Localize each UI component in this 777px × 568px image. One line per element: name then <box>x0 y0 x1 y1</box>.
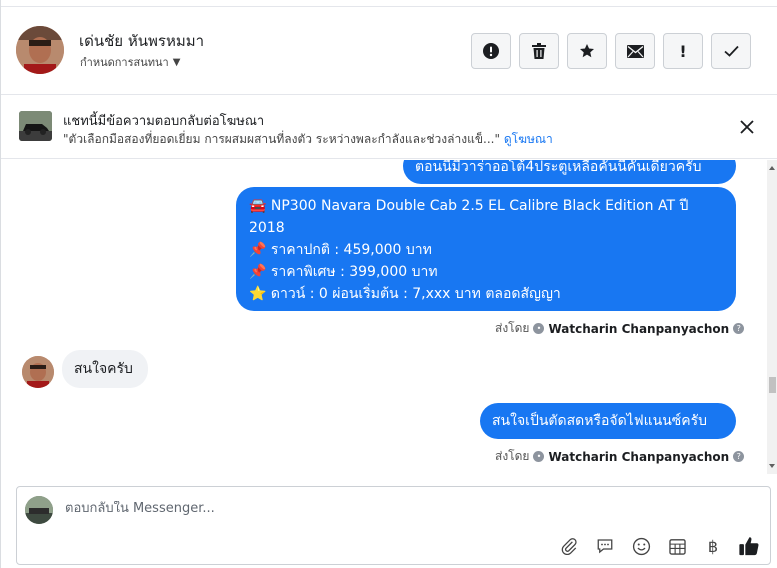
trash-icon <box>532 43 546 59</box>
listing-line-special-price: 📌 ราคาพิเศษ : 399,000 บาท <box>249 264 438 280</box>
banner-ad-text: "ตัวเลือกมือสองที่ยอดเยี่ยม การผสมผสานที… <box>63 130 553 149</box>
exclamation-icon: ! <box>679 41 687 61</box>
verified-icon: • <box>533 323 545 334</box>
verified-icon: • <box>533 451 545 462</box>
reply-input[interactable] <box>65 501 665 516</box>
conversation-header: เด่นชัย หันพรหมมา กำหนดการสนทนา ▼ ! <box>1 6 777 95</box>
report-spam-button[interactable] <box>471 33 511 69</box>
paperclip-icon <box>561 538 577 555</box>
message-text: ตอนนี้มีวาร่าออโต้4ประตูเหลือคันนี้คันเด… <box>415 160 702 175</box>
baht-icon: ฿ <box>707 536 719 556</box>
message-bubble-outgoing: สนใจเป็นตัดสดหรือจัดไฟแนนซ์ครับ <box>480 403 736 439</box>
ad-reply-banner: แชทนี้มีข้อความตอบกลับต่อโฆษณา "ตัวเลือก… <box>1 95 777 159</box>
listing-line-down-payment: ⭐ ดาวน์ : 0 ผ่อนเริ่มต้น : 7,xxx บาท ตลอ… <box>249 286 561 302</box>
calendar-grid-icon <box>668 538 686 555</box>
important-button[interactable]: ! <box>663 33 703 69</box>
mark-done-button[interactable] <box>711 33 751 69</box>
message-bubble-outgoing: ตอนนี้มีวาร่าออโต้4ประตูเหลือคันนี้คันเด… <box>403 160 736 184</box>
chat-bubble-icon <box>597 539 613 554</box>
mark-unread-button[interactable] <box>615 33 655 69</box>
close-icon <box>740 120 754 134</box>
attach-file-button[interactable] <box>557 534 581 558</box>
scroll-down-arrow-icon[interactable] <box>769 464 775 468</box>
conversation-status-dropdown[interactable]: กำหนดการสนทนา ▼ <box>80 53 180 71</box>
message-scrollbar[interactable] <box>767 160 777 474</box>
listing-line-normal-price: 📌 ราคาปกติ : 459,000 บาท <box>249 242 432 258</box>
listing-line-model: 🚘 NP300 Navara Double Cab 2.5 EL Calibre… <box>249 198 689 214</box>
chevron-down-icon: ▼ <box>172 56 181 68</box>
page-avatar <box>25 496 53 524</box>
conversation-status-label: กำหนดการสนทนา <box>80 56 169 69</box>
close-banner-button[interactable] <box>738 118 756 136</box>
view-ad-link[interactable]: ดูโฆษณา <box>504 132 553 146</box>
like-button[interactable] <box>737 534 761 558</box>
appointment-button[interactable] <box>665 534 689 558</box>
listing-line-year: 2018 <box>249 220 285 236</box>
scrollbar-thumb[interactable] <box>769 377 776 393</box>
star-icon <box>580 44 594 58</box>
star-button[interactable] <box>567 33 607 69</box>
scroll-up-arrow-icon[interactable] <box>769 166 775 170</box>
message-text: สนใจเป็นตัดสดหรือจัดไฟแนนซ์ครับ <box>492 413 708 429</box>
message-text: สนใจครับ <box>74 361 133 377</box>
sent-by-label: ส่งโดย <box>495 449 530 463</box>
sender-name[interactable]: Watcharin Chanpanyachon <box>548 322 729 336</box>
reply-composer: ฿ <box>16 486 771 565</box>
contact-avatar[interactable] <box>16 26 64 74</box>
message-thread: ตอนนี้มีวาร่าออโต้4ประตูเหลือคันนี้คันเด… <box>1 160 767 474</box>
sent-by-line: ส่งโดย • Watcharin Chanpanyachon ? <box>495 447 745 466</box>
emoji-button[interactable] <box>629 534 653 558</box>
sent-by-label: ส่งโดย <box>495 321 530 335</box>
contact-name[interactable]: เด่นชัย หันพรหมมา <box>79 29 204 53</box>
saved-replies-button[interactable] <box>593 534 617 558</box>
ad-thumbnail[interactable] <box>19 111 52 141</box>
smiley-icon <box>632 537 650 555</box>
composer-toolbar: ฿ <box>557 534 761 558</box>
message-bubble-listing: 🚘 NP300 Navara Double Cab 2.5 EL Calibre… <box>236 187 736 311</box>
help-icon[interactable]: ? <box>733 323 745 334</box>
exclamation-circle-icon <box>483 43 499 59</box>
messenger-chat-panel: เด่นชัย หันพรหมมา กำหนดการสนทนา ▼ ! แชทน… <box>0 0 777 568</box>
sender-name[interactable]: Watcharin Chanpanyachon <box>548 450 729 464</box>
sent-by-line: ส่งโดย • Watcharin Chanpanyachon ? <box>495 319 745 338</box>
payment-request-button[interactable]: ฿ <box>701 534 725 558</box>
checkmark-icon <box>723 45 739 57</box>
contact-avatar-small[interactable] <box>22 356 54 388</box>
banner-title: แชทนี้มีข้อความตอบกลับต่อโฆษณา <box>63 114 265 129</box>
envelope-icon <box>626 44 644 58</box>
help-icon[interactable]: ? <box>733 451 745 462</box>
ad-quote: "ตัวเลือกมือสองที่ยอดเยี่ยม การผสมผสานที… <box>63 132 500 146</box>
conversation-toolbar: ! <box>471 33 751 69</box>
delete-button[interactable] <box>519 33 559 69</box>
message-bubble-incoming: สนใจครับ <box>62 350 148 388</box>
thumbs-up-icon <box>739 537 759 556</box>
